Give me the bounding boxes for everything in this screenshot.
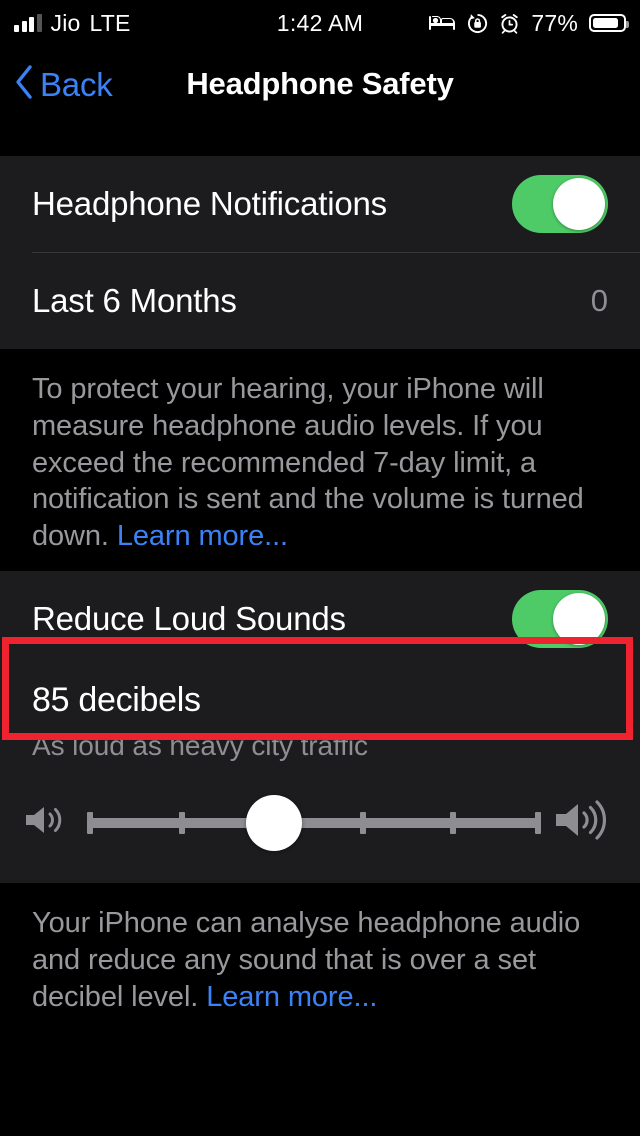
speaker-quiet-icon bbox=[22, 800, 76, 845]
decibel-value-label: 85 decibels bbox=[32, 681, 201, 720]
row-headphone-notifications-label: Headphone Notifications bbox=[32, 185, 387, 222]
page-title: Headphone Safety bbox=[186, 66, 454, 101]
status-bar-right: 77% bbox=[428, 0, 629, 46]
rotation-lock-icon bbox=[467, 13, 488, 34]
learn-more-link-1[interactable]: Learn more... bbox=[117, 520, 288, 552]
row-reduce-loud-sounds[interactable]: Reduce Loud Sounds bbox=[0, 571, 640, 667]
row-headphone-notifications[interactable]: Headphone Notifications bbox=[0, 156, 640, 252]
reduce-loud-sounds-footer: Your iPhone can analyse headphone audio … bbox=[0, 883, 640, 1032]
row-last-6-months[interactable]: Last 6 Months 0 bbox=[0, 253, 640, 349]
headphone-notifications-group: Headphone Notifications Last 6 Months 0 bbox=[0, 156, 640, 349]
status-bar: Jio LTE 1:42 AM 77% bbox=[0, 0, 640, 46]
bed-icon bbox=[428, 14, 456, 32]
reduce-loud-sounds-group: Reduce Loud Sounds 85 decibels As loud a… bbox=[0, 571, 640, 884]
decibel-slider[interactable] bbox=[87, 794, 541, 851]
slider-thumb[interactable] bbox=[245, 794, 302, 851]
navigation-bar: Back Headphone Safety bbox=[0, 46, 640, 156]
battery-percent-label: 77% bbox=[531, 9, 578, 36]
decibel-block: 85 decibels As loud as heavy city traffi… bbox=[0, 667, 640, 763]
slider-track[interactable] bbox=[90, 817, 538, 828]
slider-tick bbox=[87, 811, 93, 834]
headphone-notifications-footer: To protect your hearing, your iPhone wil… bbox=[0, 349, 640, 572]
slider-tick bbox=[178, 811, 185, 834]
slider-tick bbox=[449, 811, 456, 834]
row-last-6-months-label: Last 6 Months bbox=[32, 282, 237, 319]
footer-text-1: To protect your hearing, your iPhone wil… bbox=[32, 373, 584, 553]
clock-label: 1:42 AM bbox=[276, 9, 364, 36]
row-reduce-loud-sounds-label: Reduce Loud Sounds bbox=[32, 600, 346, 638]
decibel-slider-row bbox=[0, 762, 640, 884]
battery-icon bbox=[589, 14, 629, 32]
decibel-caption-label: As loud as heavy city traffic bbox=[32, 730, 368, 762]
speaker-loud-icon bbox=[552, 796, 618, 849]
headphone-notifications-toggle[interactable] bbox=[512, 175, 608, 233]
learn-more-link-2[interactable]: Learn more... bbox=[206, 981, 377, 1013]
row-last-6-months-value: 0 bbox=[590, 283, 608, 318]
alarm-clock-icon bbox=[499, 13, 520, 34]
slider-tick bbox=[535, 811, 541, 834]
iphone-screen: Jio LTE 1:42 AM 77% Back Headphone Safet… bbox=[0, 0, 640, 1136]
reduce-loud-sounds-toggle[interactable] bbox=[512, 590, 608, 649]
slider-tick bbox=[360, 811, 367, 834]
